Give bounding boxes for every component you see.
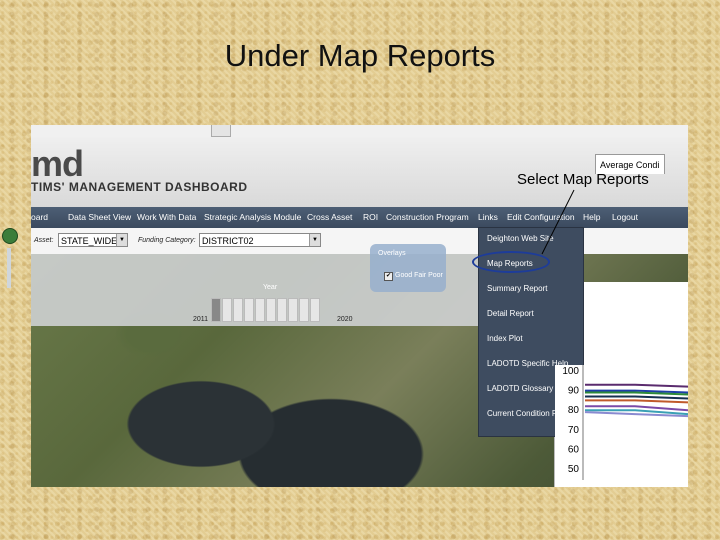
main-menu: oard Data Sheet View Work With Data Stra… (31, 207, 688, 228)
menu-item-index-plot[interactable]: Index Plot (487, 334, 523, 343)
menu-item-summary-report[interactable]: Summary Report (487, 284, 547, 293)
menu-item-strategic-analysis[interactable]: Strategic Analysis Module (204, 212, 301, 222)
condition-chart: 1009080706050 ndition (555, 365, 688, 487)
menu-item-edit-configuration[interactable]: Edit Configuration (507, 212, 575, 222)
chart-y-tick-label: 60 (568, 444, 580, 455)
menu-item-help[interactable]: Help (583, 212, 600, 222)
menu-item-construction-program[interactable]: Construction Program (386, 212, 469, 222)
year-slot[interactable] (288, 298, 298, 322)
year-slot[interactable] (222, 298, 232, 322)
year-label: Year (263, 284, 278, 291)
overlays-panel: Overlays ✔ Good Fair Poor (370, 244, 446, 292)
year-slot[interactable] (211, 298, 221, 322)
chart-y-tick-label: 100 (562, 366, 579, 377)
menu-item-detail-report[interactable]: Detail Report (487, 309, 534, 318)
funding-select-value: DISTRICT02 (202, 236, 254, 246)
year-slot[interactable] (299, 298, 309, 322)
callout-text: Select Map Reports (517, 171, 649, 188)
dropdown-arrow-icon: ▼ (309, 234, 320, 246)
year-slot[interactable] (233, 298, 243, 322)
dropdown-arrow-icon: ▼ (116, 234, 127, 246)
year-slot[interactable] (310, 298, 320, 322)
funding-label: Funding Category: (138, 237, 196, 244)
overlay-option-label: Good Fair Poor (395, 272, 443, 279)
app-logo: md (31, 143, 84, 184)
year-slot[interactable] (266, 298, 276, 322)
map-reports-highlight (472, 251, 550, 273)
menu-item-logout[interactable]: Logout (612, 212, 638, 222)
year-slot[interactable] (277, 298, 287, 322)
zoom-control[interactable] (2, 228, 18, 288)
app-tagline: TIMS' MANAGEMENT DASHBOARD (31, 180, 248, 194)
asset-select-value: STATE_WIDE (61, 236, 118, 246)
browser-tab[interactable] (211, 125, 231, 137)
menu-item-cross-asset[interactable]: Cross Asset (307, 212, 352, 222)
menu-item-dashboard[interactable]: oard (31, 212, 48, 222)
menu-item-links[interactable]: Links (478, 212, 498, 222)
overlays-title: Overlays (378, 250, 406, 257)
chart-y-tick-label: 90 (568, 386, 580, 397)
menu-item-deighton-web-site[interactable]: Deighton Web Site (487, 234, 554, 243)
year-slot[interactable] (255, 298, 265, 322)
chart-y-tick-label: 80 (568, 405, 580, 416)
menu-item-data-sheet-view[interactable]: Data Sheet View (68, 212, 131, 222)
chart-y-tick-label: 70 (568, 425, 580, 436)
menu-item-roi[interactable]: ROI (363, 212, 378, 222)
zoom-slider-icon[interactable] (2, 228, 18, 244)
filter-bar: Asset: STATE_WIDE ▼ Funding Category: DI… (31, 228, 688, 255)
asset-label: Asset: (34, 237, 54, 244)
menu-item-ladotd-glossary[interactable]: LADOTD Glossary (487, 384, 553, 393)
menu-item-work-with-data[interactable]: Work With Data (137, 212, 196, 222)
asset-select[interactable]: STATE_WIDE ▼ (58, 233, 128, 247)
slide-title: Under Map Reports (224, 38, 496, 73)
funding-select[interactable]: DISTRICT02 ▼ (199, 233, 321, 247)
chart-y-tick-label: 50 (568, 464, 580, 475)
year-start-label: 2011 (193, 316, 209, 323)
year-slot[interactable] (244, 298, 254, 322)
year-end-label: 2020 (337, 316, 353, 323)
checkbox-icon[interactable]: ✔ (384, 272, 393, 281)
zoom-track[interactable] (7, 248, 11, 288)
